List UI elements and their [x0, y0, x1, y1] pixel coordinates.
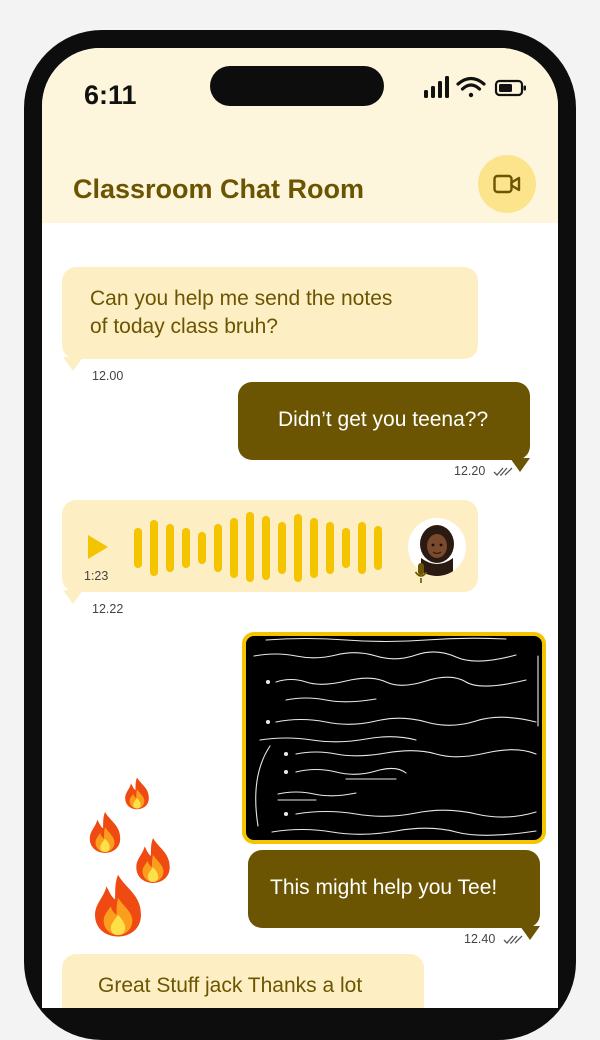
voice-duration: 1:23 [84, 569, 109, 583]
bubble-tail [63, 357, 83, 371]
message-text: This might help you Tee! [270, 876, 498, 899]
microphone-icon [414, 563, 428, 583]
message-text: Didn’t get you teena?? [278, 408, 489, 431]
fire-emoji [95, 874, 141, 937]
page-title: Classroom Chat Room [73, 174, 365, 204]
fire-emoji [125, 777, 149, 810]
status-time: 6:11 [84, 80, 137, 110]
waveform-icon [134, 512, 382, 582]
message-bubble-incoming[interactable]: Can you help me send the notes of today … [62, 267, 478, 359]
bubble-tail [510, 458, 530, 472]
double-check-icon [503, 935, 523, 944]
video-call-button[interactable] [478, 155, 536, 213]
message-time: 12.22 [92, 602, 124, 616]
message-time: 12.20 [454, 464, 513, 478]
play-icon[interactable] [86, 534, 110, 560]
message-time-label: 12.20 [454, 464, 486, 478]
bubble-tail [520, 926, 540, 940]
handwritten-notes-image[interactable] [242, 632, 546, 844]
signal-icon [424, 76, 449, 98]
message-time: 12.40 [464, 932, 523, 946]
dynamic-island [210, 66, 384, 106]
message-time-label: 12.40 [464, 932, 496, 946]
notes-scribble-icon [253, 637, 539, 836]
battery-icon [494, 79, 526, 97]
message-time: 12.00 [92, 369, 124, 383]
fire-emoji [89, 812, 121, 853]
chat-screen: 6:11 Classroom Chat Room Can you help me [42, 48, 558, 1008]
voice-message-bubble[interactable]: 1:23 [62, 500, 478, 592]
message-text: Great Stuff jack Thanks a lot [98, 974, 363, 997]
status-icons [424, 76, 526, 98]
video-camera-icon [493, 174, 521, 194]
message-text-line: Can you help me send the notes [90, 287, 393, 310]
message-text-line: of today class bruh? [90, 315, 278, 338]
message-bubble-outgoing[interactable]: This might help you Tee! [248, 850, 540, 928]
message-bubble-outgoing[interactable]: Didn’t get you teena?? [238, 382, 530, 460]
double-check-icon [493, 467, 513, 476]
wifi-icon [456, 76, 486, 98]
bubble-tail [63, 590, 83, 604]
